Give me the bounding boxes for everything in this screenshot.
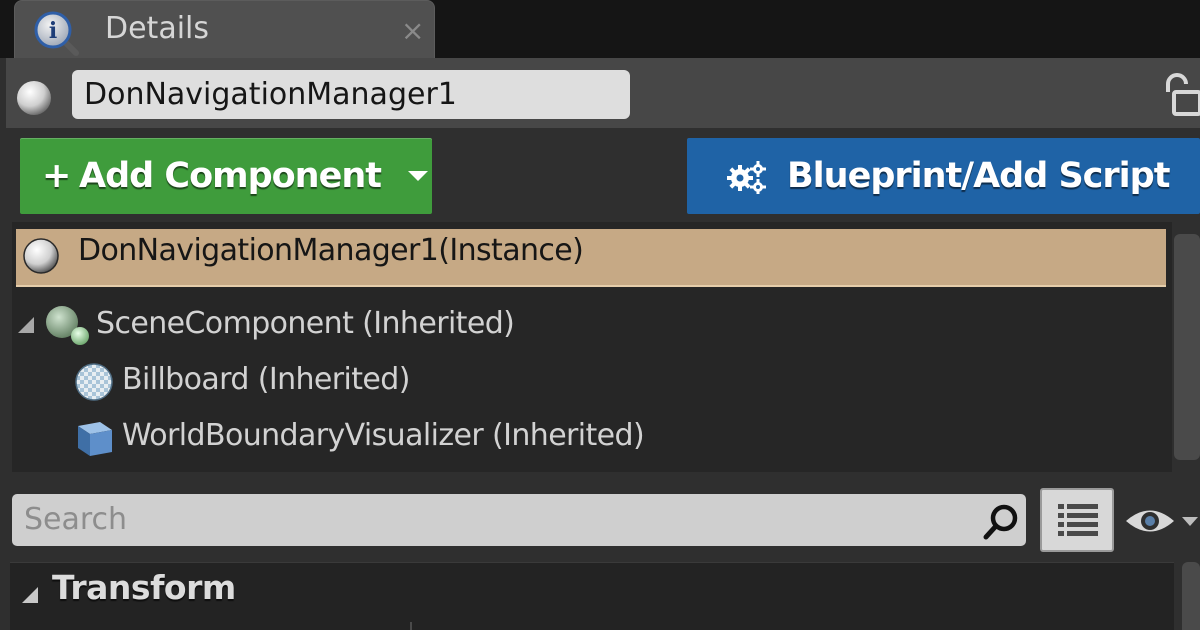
tab-details[interactable]: i Details × [14,0,435,58]
component-row-instance[interactable]: DonNavigationManager1(Instance) [16,229,1166,287]
scene-component-icon [46,306,89,345]
plus-icon: + [42,156,72,196]
svg-text:i: i [49,18,57,44]
info-magnifier-icon: i [34,11,79,56]
chevron-down-icon [408,171,428,181]
search-input[interactable]: Search [12,494,1026,546]
section-title: Transform [52,568,236,607]
blueprint-add-script-button[interactable]: Blueprint/Add Script [687,138,1200,214]
component-row-scene[interactable]: SceneComponent (Inherited) [16,300,536,350]
view-options-button[interactable] [1040,488,1114,552]
components-scrollbar[interactable] [1174,234,1200,460]
gears-icon [727,161,766,194]
component-row-billboard[interactable]: Billboard (Inherited) [70,356,490,406]
add-component-button[interactable]: + Add Component [20,138,432,214]
collapse-triangle-icon[interactable] [16,315,36,335]
list-view-icon [1058,504,1098,536]
tab-close-icon[interactable]: × [401,14,424,47]
cube-icon [78,422,112,456]
collapse-triangle-icon[interactable] [20,585,40,605]
component-label: WorldBoundaryVisualizer (Inherited) [122,418,645,453]
component-label: SceneComponent (Inherited) [96,306,515,341]
blueprint-add-script-label: Blueprint/Add Script [787,156,1170,196]
actor-sphere-icon [17,81,51,115]
component-row-worldboundary[interactable]: WorldBoundaryVisualizer (Inherited) [70,412,690,462]
details-scrollbar[interactable] [1182,562,1200,630]
eye-icon[interactable] [1124,504,1200,538]
component-label: DonNavigationManager1(Instance) [78,233,584,268]
search-icon[interactable] [980,500,1024,544]
component-label: Billboard (Inherited) [122,362,410,397]
billboard-icon [75,363,113,401]
divider [410,622,412,630]
actor-sphere-icon [23,238,59,274]
actor-name-input[interactable]: DonNavigationManager1 [72,70,630,119]
add-component-label: Add Component [79,156,382,196]
lock-icon[interactable] [1160,72,1200,116]
tab-title: Details [105,11,210,46]
